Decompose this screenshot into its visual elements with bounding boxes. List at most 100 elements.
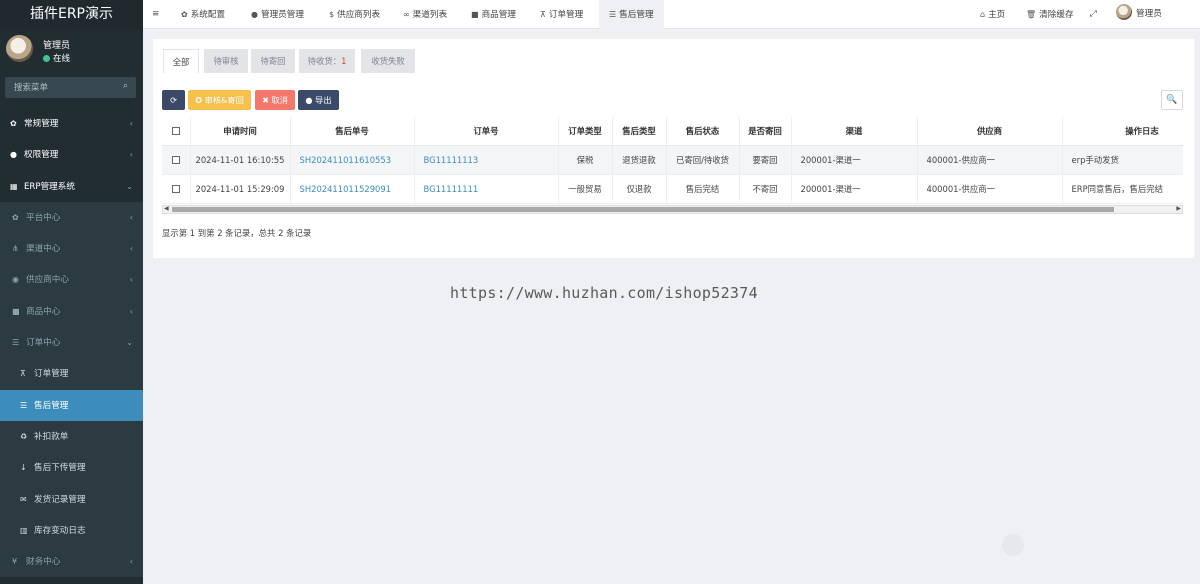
cart-icon: ⊼	[540, 10, 546, 19]
scroll-right-icon[interactable]: ▶	[1176, 205, 1181, 212]
button-label: 取消	[271, 95, 288, 105]
sidebar-item[interactable]: ■ 商品中心 ‹	[0, 295, 143, 328]
aftersale-no-cell: SH202411011610553	[290, 145, 415, 175]
sidebar: 插件ERP演示 管理员 在线 ⌕ ✿ 常规管理 ‹ ● 权限管理 ‹ ▦ ERP管理系统 ⌄ ✿ 平…	[0, 0, 143, 584]
horizontal-scrollbar[interactable]: ◀ ▶	[162, 205, 1183, 214]
tab-label: 供应商列表	[337, 10, 381, 20]
sidebar-item[interactable]: ▦ ERP管理系统 ⌄	[0, 171, 143, 202]
tab-pending-return[interactable]: 待寄回	[251, 49, 295, 73]
sidebar-item-label: 订单中心	[26, 338, 61, 349]
channel-cell: 200001-渠道一	[791, 174, 918, 204]
user-icon: ●	[305, 95, 316, 105]
sidebar-item-label: 财务中心	[26, 557, 61, 568]
return-required-cell: 要寄回	[739, 145, 792, 175]
sidebar-item-label: 渠道中心	[26, 244, 61, 255]
col-order-type[interactable]: 订单类型	[558, 117, 613, 146]
scrollbar-thumb[interactable]	[172, 207, 1114, 212]
sidebar-item[interactable]: ☰ 售后管理	[0, 389, 143, 421]
col-order-no[interactable]: 订单号	[414, 117, 559, 146]
tab-supplier-list[interactable]: $ 供应商列表	[329, 0, 380, 29]
cogs-icon: ✿	[10, 119, 17, 128]
col-supplier[interactable]: 供应商	[917, 117, 1063, 146]
col-aftersale-status[interactable]: 售后状态	[666, 117, 740, 146]
row-checkbox[interactable]	[171, 156, 180, 164]
home-link[interactable]: ⌂ 主页	[980, 0, 1005, 29]
sidebar-item[interactable]: ⋔ 渠道中心 ‹	[0, 233, 143, 265]
tab-label: 系统配置	[190, 10, 226, 20]
fullscreen-button[interactable]: ⤢	[1090, 0, 1097, 29]
tab-admin-manage[interactable]: ● 管理员管理	[251, 0, 304, 29]
sidebar-item[interactable]: ● 权限管理 ‹	[0, 139, 143, 170]
export-button[interactable]: ● 导出	[298, 90, 339, 110]
channel-cell: 200001-渠道一	[791, 145, 918, 175]
col-operation-log[interactable]: 操作日志	[1062, 117, 1183, 146]
sidebar-item[interactable]: ✿ 平台中心 ‹	[0, 201, 143, 234]
aftersale-no-link[interactable]: SH202411011529091	[300, 184, 392, 194]
audit-return-button[interactable]: ✪ 审核&寄回	[188, 90, 251, 110]
sidebar-toggle-button[interactable]: ≡	[152, 0, 159, 29]
tab-receipt-failed[interactable]: 收货失败	[361, 49, 415, 73]
aftersale-no-link[interactable]: SH202411011610553	[300, 155, 392, 165]
sidebar-item[interactable]: ✿ 常规管理 ‹	[0, 108, 143, 139]
clear-cache-button[interactable]: 🗑 清除缓存	[1026, 0, 1074, 29]
row-checkbox[interactable]	[171, 185, 180, 193]
sidebar-item[interactable]: ♻ 补扣款单	[0, 420, 143, 453]
order-no-link[interactable]: BG11111113	[424, 155, 479, 165]
sidebar-item[interactable]: ◉ 供应商中心 ‹	[0, 264, 143, 296]
sidebar-item-label: 订单管理	[34, 369, 69, 380]
refresh-button[interactable]: ⟳	[162, 90, 185, 110]
sidebar-item-label: 库存变动日志	[34, 525, 86, 536]
table-row[interactable]: 2024-11-01 16:10:55 SH202411011610553 BG…	[162, 145, 1183, 175]
group-icon: ●	[10, 150, 17, 160]
tab-aftersale-manage[interactable]: ☰ 售后管理	[599, 0, 664, 29]
tab-system-config[interactable]: ✿ 系统配置	[181, 0, 225, 29]
row-select-cell	[162, 174, 191, 204]
cart-icon: ⊼	[20, 369, 26, 379]
recycle-icon: ♻	[20, 431, 28, 441]
aftersale-type-cell: 仅退款	[612, 174, 667, 204]
admin-menu[interactable]: 管理员	[1116, 0, 1162, 29]
tab-label: 订单管理	[548, 10, 584, 20]
app-logo-text[interactable]: 插件ERP演示	[0, 0, 143, 29]
aftersale-no-cell: SH202411011529091	[290, 174, 415, 204]
sidebar-item[interactable]: ☰ 订单中心 ⌄	[0, 327, 143, 359]
clear-cache-label: 清除缓存	[1039, 10, 1074, 20]
bar-chart-icon: ▥	[20, 525, 28, 535]
tab-all[interactable]: 全部	[163, 49, 199, 73]
select-all-checkbox[interactable]	[171, 127, 180, 136]
col-aftersale-type[interactable]: 售后类型	[612, 117, 667, 146]
tab-pending-receipt[interactable]: 待收货：1	[299, 49, 355, 73]
menu-search-input[interactable]	[5, 77, 136, 98]
tab-order-manage[interactable]: ⊼ 订单管理	[540, 0, 583, 29]
table-row[interactable]: 2024-11-01 15:29:09 SH202411011529091 BG…	[162, 174, 1183, 204]
tab-channel-list[interactable]: ∞ 渠道列表	[403, 0, 447, 29]
sidebar-item[interactable]: ✉ 发货记录管理	[0, 483, 143, 515]
order-type-cell: 一般贸易	[558, 174, 613, 204]
gear-icon: ✿	[12, 212, 19, 222]
col-return-required[interactable]: 是否寄回	[739, 117, 792, 146]
search-icon[interactable]: ⌕	[123, 81, 128, 91]
order-no-link[interactable]: BG11111111	[424, 184, 479, 194]
sidebar-item[interactable]: ▥ 库存变动日志	[0, 514, 143, 547]
col-channel[interactable]: 渠道	[791, 117, 918, 146]
tab-goods-manage[interactable]: ■ 商品管理	[471, 0, 516, 29]
sidebar-item-label: 补扣款单	[34, 431, 69, 442]
order-no-cell: BG11111111	[414, 174, 559, 204]
sidebar-item[interactable]: ¥ 财务中心 ‹	[0, 546, 143, 578]
sidebar-item-label: 平台中心	[26, 212, 61, 223]
order-type-cell: 保税	[558, 145, 613, 175]
chevron-left-icon: ‹	[129, 212, 133, 222]
tab-label: 渠道列表	[412, 10, 448, 20]
user-panel: 管理员 在线	[0, 29, 143, 74]
aftersale-type-cell: 退货退款	[612, 145, 667, 175]
sidebar-item[interactable]: ↓ 售后下传管理	[0, 452, 143, 484]
tab-pending-review[interactable]: 待审核	[204, 49, 248, 73]
table-search-button[interactable]: 🔍	[1161, 90, 1183, 110]
apply-time-cell: 2024-11-01 16:10:55	[190, 145, 291, 175]
col-apply-time[interactable]: 申请时间	[190, 117, 291, 146]
sidebar-item[interactable]: ⊼ 订单管理	[0, 358, 143, 390]
col-aftersale-no[interactable]: 售后单号	[290, 117, 415, 146]
scroll-left-icon[interactable]: ◀	[164, 205, 169, 212]
cancel-button[interactable]: ✖ 取消	[255, 90, 295, 110]
aftersale-table: 申请时间 售后单号 订单号 订单类型 售后类型 售后状态 是否寄回 渠道 供应商…	[162, 117, 1183, 204]
